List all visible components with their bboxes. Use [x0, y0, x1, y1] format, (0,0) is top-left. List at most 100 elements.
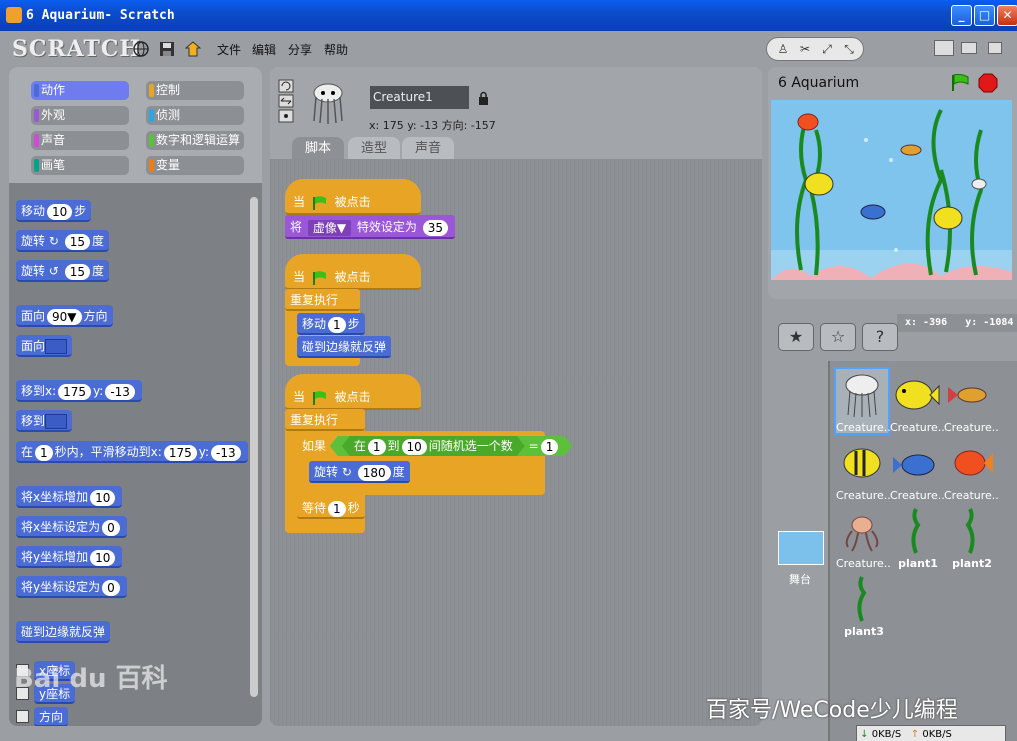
block-set-ghost-effect[interactable]: 将 虚像▼ 特效设定为 35: [285, 215, 456, 239]
menu-edit[interactable]: 编辑: [252, 41, 276, 58]
menu-share[interactable]: 分享: [288, 41, 312, 58]
sprite-thumb[interactable]: Creature...: [944, 437, 1000, 502]
scripts-area[interactable]: 当 被点击 将 虚像▼ 特效设定为 35 当 被点击 重复执行 移动 1 步 碰到边…: [270, 159, 762, 726]
category-motion[interactable]: 动作: [31, 81, 129, 100]
minimize-button[interactable]: _: [951, 5, 972, 26]
point-towards-dropdown[interactable]: [45, 339, 68, 354]
rotation-style-icons[interactable]: [278, 79, 294, 125]
save-icon[interactable]: [159, 41, 175, 57]
green-flag-icon: [312, 390, 326, 405]
new-sprite-buttons: ★ ☆ ?: [772, 323, 912, 357]
equals-operator[interactable]: 在 1 到 10 间随机选一个数 = 1: [330, 436, 573, 456]
tab-scripts[interactable]: 脚本: [292, 137, 344, 161]
if-block-header: 如果 在 1 到 10 间随机选一个数 = 1: [297, 433, 577, 459]
close-button[interactable]: ✕: [997, 5, 1017, 26]
sprite-thumb[interactable]: plant2: [944, 505, 996, 570]
block-move-1-step[interactable]: 移动 1 步: [297, 313, 365, 335]
block-set-x[interactable]: 将x坐标设定为 0: [16, 516, 127, 538]
maximize-button[interactable]: □: [974, 5, 995, 26]
category-operators[interactable]: 数字和逻辑运算: [146, 131, 244, 150]
palette-scrollbar[interactable]: [250, 197, 258, 697]
small-fish-sprite-icon: [948, 387, 987, 403]
rotate-ccw-icon: ↺: [45, 264, 63, 278]
block-bounce-on-edge[interactable]: 碰到边缘就反弹: [297, 336, 392, 358]
menu-help[interactable]: 帮助: [324, 41, 348, 58]
scratch-app: SCRATCH 文件 编辑 分享 帮助 ♙ ✂ ⤢ ⤡ 动作 控制 外观 侦测: [0, 31, 1017, 741]
share-icon[interactable]: [185, 41, 201, 57]
block-change-x[interactable]: 将x坐标增加 10: [16, 486, 123, 508]
sprite-coordinates: x: 175 y: -13 方向: -157: [369, 119, 496, 132]
random-operator[interactable]: 在 1 到 10 间随机选一个数: [342, 436, 525, 456]
script-panel: Creature1 x: 175 y: -13 方向: -157 脚本 造型 声…: [270, 67, 762, 726]
when-flag-hat-1[interactable]: 当 被点击: [285, 179, 421, 215]
checkbox-direction[interactable]: [16, 710, 29, 723]
block-wait[interactable]: 等待 1 秒: [297, 497, 365, 519]
sprite-name-input[interactable]: Creature1: [370, 86, 469, 109]
block-turn-left[interactable]: 旋转 ↺ 15 度: [16, 260, 109, 282]
when-flag-hat-2[interactable]: 当 被点击: [285, 254, 421, 290]
block-turn-180[interactable]: 旋转 ↻ 180 度: [309, 461, 410, 483]
motion-blocks: 移动 10 步 旋转 ↻ 15 度 旋转 ↺ 15 度 面向 90▼ 方向 面向 移到x: 1…: [9, 185, 262, 726]
block-palette: 动作 控制 外观 侦测 声音 数字和逻辑运算 画笔 变量 移动 10 步 旋转 ↻ …: [9, 67, 262, 726]
block-glide[interactable]: 在 1 秒内，平滑移动到x: 175 y: -13: [16, 441, 248, 463]
tab-costumes[interactable]: 造型: [348, 137, 400, 161]
stage-label: 舞台: [789, 573, 811, 586]
presentation-mode-icon[interactable]: [988, 42, 1002, 54]
forever-label-2: 重复执行: [285, 409, 365, 431]
sprite-thumb[interactable]: plant3: [836, 573, 888, 638]
sprite-thumb[interactable]: plant1: [890, 505, 942, 570]
rotate-cw-icon: ↻: [45, 234, 63, 248]
random-sprite-icon[interactable]: ?: [862, 323, 898, 351]
category-pen[interactable]: 画笔: [31, 156, 129, 175]
block-move-steps[interactable]: 移动 10 步: [16, 200, 92, 222]
sprite-thumb[interactable]: Creature...: [836, 505, 892, 570]
shrink-icon[interactable]: ⤡: [841, 41, 857, 57]
block-point-direction[interactable]: 面向 90▼ 方向: [16, 305, 113, 327]
block-set-y[interactable]: 将y坐标设定为 0: [16, 576, 127, 598]
stamp-icon[interactable]: ♙: [775, 41, 791, 57]
when-flag-hat-3[interactable]: 当 被点击: [285, 374, 421, 410]
grow-icon[interactable]: ⤢: [819, 41, 835, 57]
menu-bar: SCRATCH 文件 编辑 分享 帮助 ♙ ✂ ⤢ ⤡: [0, 31, 1017, 67]
category-sensing[interactable]: 侦测: [146, 106, 244, 125]
normal-stage-icon[interactable]: [934, 40, 954, 56]
sprite-thumb[interactable]: Creature...: [836, 437, 892, 502]
plant-sprite-icon: [965, 508, 975, 554]
tab-sounds[interactable]: 声音: [402, 137, 454, 161]
sprite-tool-buttons: ♙ ✂ ⤢ ⤡: [766, 37, 864, 61]
block-turn-right[interactable]: 旋转 ↻ 15 度: [16, 230, 109, 252]
striped-fish-sprite-icon: [843, 448, 881, 478]
block-bounce[interactable]: 碰到边缘就反弹: [16, 621, 111, 643]
small-stage-icon[interactable]: [961, 42, 977, 54]
category-sound[interactable]: 声音: [31, 131, 129, 150]
scratch-logo: SCRATCH: [12, 36, 142, 62]
choose-sprite-file-icon[interactable]: ☆: [820, 323, 856, 351]
block-goto-object[interactable]: 移到: [16, 410, 73, 432]
goto-dropdown[interactable]: [45, 414, 68, 429]
octopus-sprite-icon: [845, 516, 879, 552]
stage-thumbnail[interactable]: [778, 531, 824, 565]
sprite-thumb[interactable]: Creature...: [834, 367, 892, 435]
reporter-direction[interactable]: 方向: [34, 707, 69, 726]
category-variables[interactable]: 变量: [146, 156, 244, 175]
project-name: 6 Aquarium: [778, 75, 860, 91]
green-flag-icon[interactable]: [950, 74, 970, 92]
stop-sign-icon[interactable]: [978, 73, 998, 93]
menu-file[interactable]: 文件: [217, 41, 241, 58]
stage-panel: 6 Aquarium: [768, 67, 1017, 299]
scissors-icon[interactable]: ✂: [797, 41, 813, 57]
globe-icon[interactable]: [133, 41, 149, 57]
block-goto-xy[interactable]: 移到x: 175 y: -13: [16, 380, 142, 402]
paint-sprite-icon[interactable]: ★: [778, 323, 814, 351]
block-point-towards[interactable]: 面向: [16, 335, 73, 357]
sprite-thumb[interactable]: Creature...: [944, 369, 1000, 434]
stage-canvas[interactable]: [771, 100, 1012, 280]
sprite-thumb[interactable]: Creature...: [890, 437, 946, 502]
category-control[interactable]: 控制: [146, 81, 244, 100]
baidu-watermark: Bai du 百科: [14, 664, 168, 694]
category-looks[interactable]: 外观: [31, 106, 129, 125]
lock-icon[interactable]: [478, 91, 489, 105]
block-change-y[interactable]: 将y坐标增加 10: [16, 546, 123, 568]
sprite-thumb[interactable]: Creature...: [890, 369, 946, 434]
effect-dropdown[interactable]: 虚像▼: [307, 219, 352, 236]
